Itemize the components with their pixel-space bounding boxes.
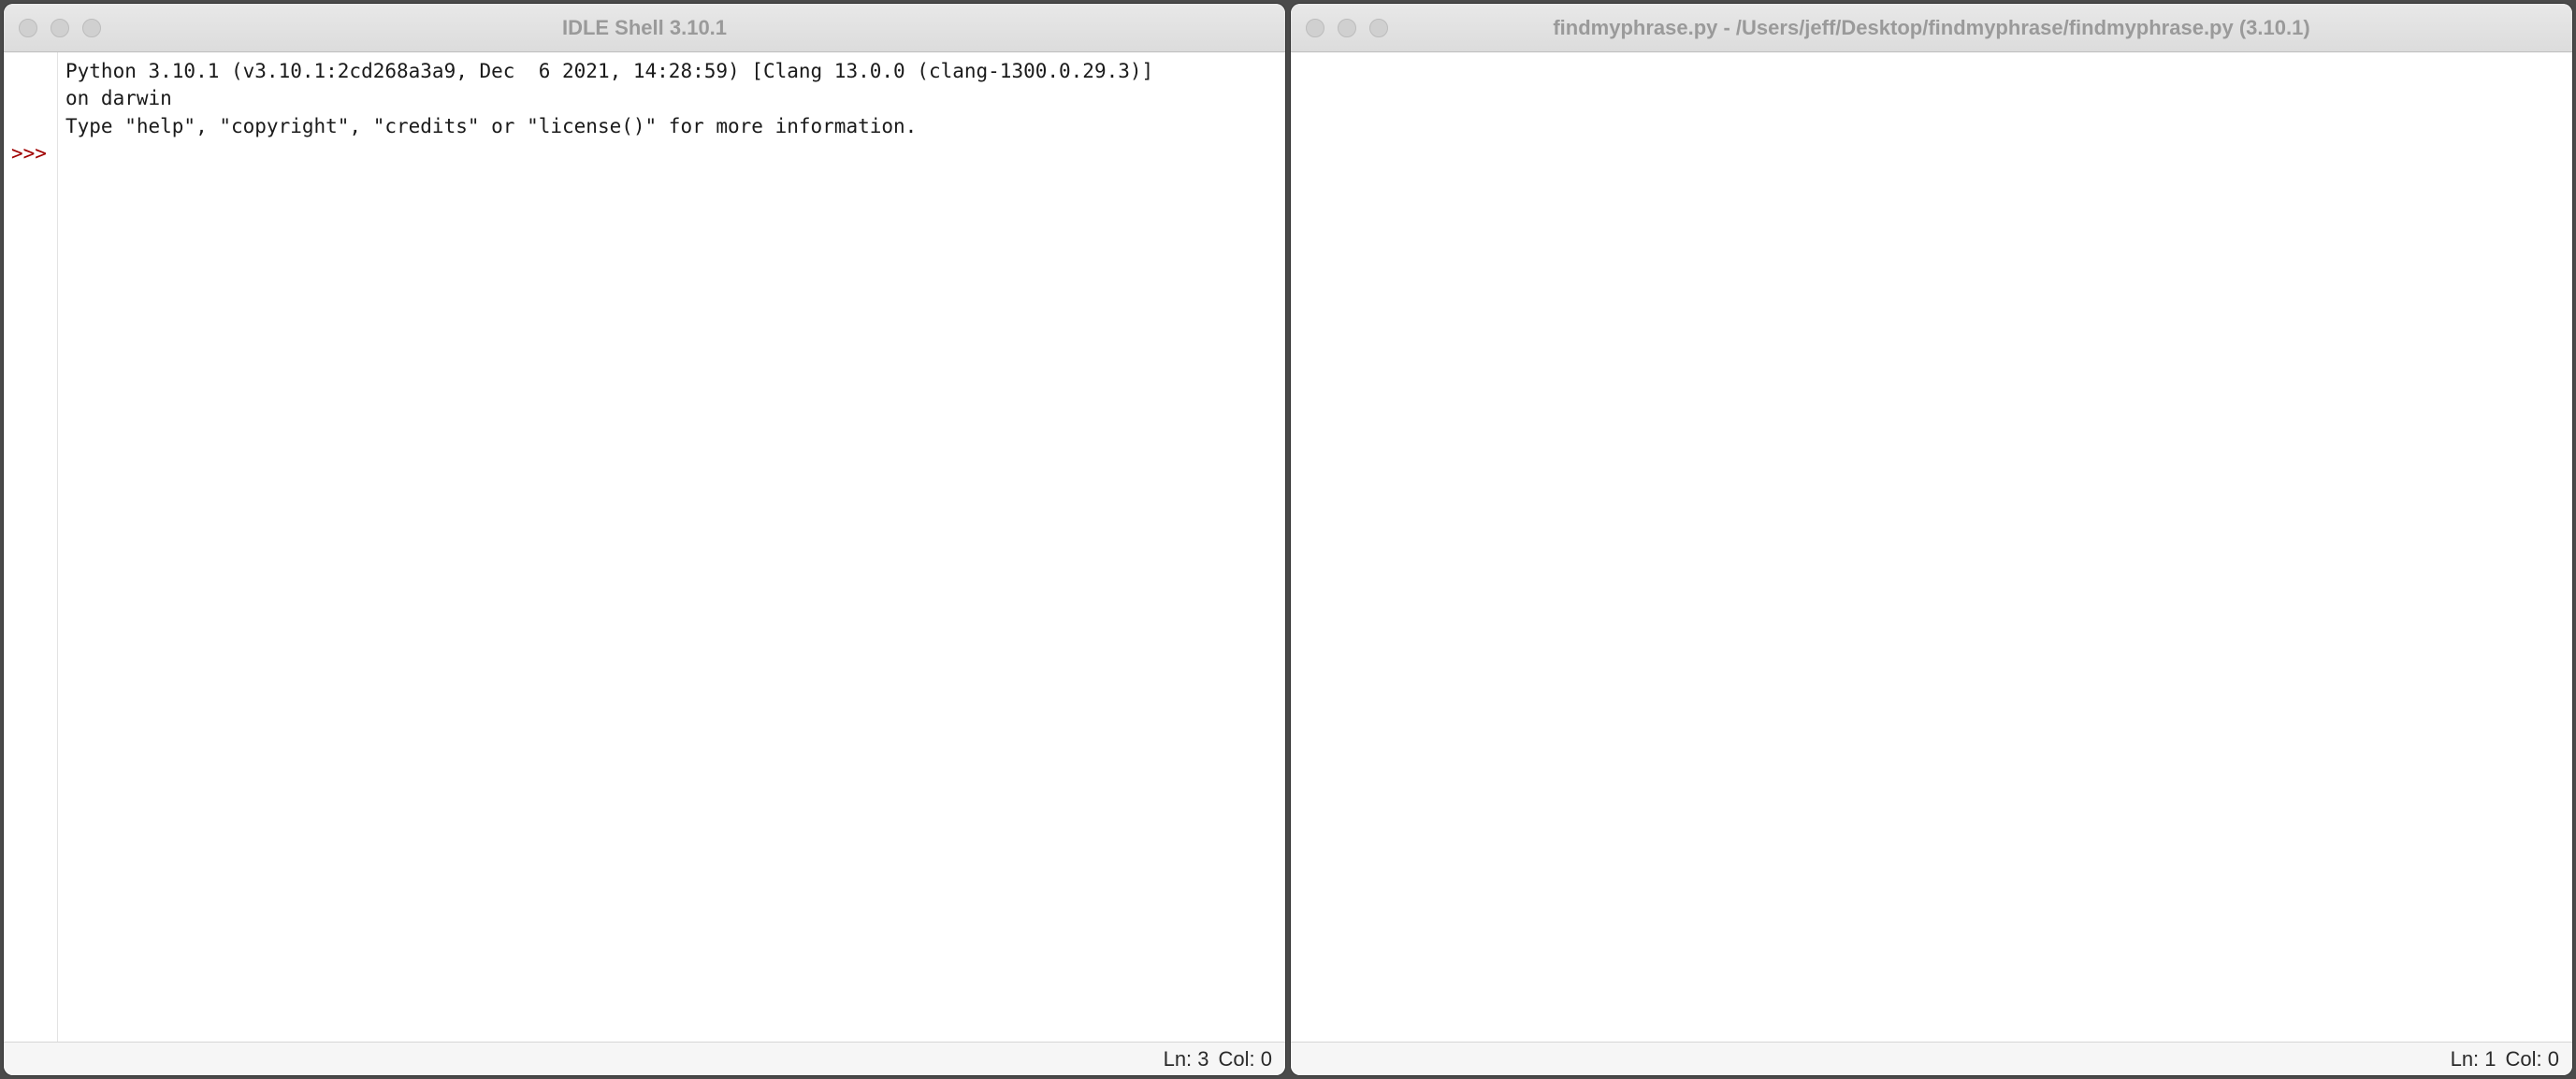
status-col-number: Col: 0	[1219, 1047, 1272, 1072]
statusbar: Ln: 3 Col: 0	[4, 1042, 1285, 1075]
editor-content[interactable]	[1291, 52, 2572, 1042]
window-title: IDLE Shell 3.10.1	[4, 16, 1285, 40]
banner-line-1: Python 3.10.1 (v3.10.1:2cd268a3a9, Dec 6…	[65, 60, 1153, 82]
status-col-number: Col: 0	[2506, 1047, 2559, 1072]
idle-shell-window: IDLE Shell 3.10.1 ...>>> Python 3.10.1 (…	[4, 4, 1285, 1075]
minimize-icon[interactable]	[51, 19, 69, 37]
window-controls	[1306, 19, 1388, 37]
prompt-gutter: ...>>>	[4, 52, 58, 1042]
titlebar[interactable]: findmyphrase.py - /Users/jeff/Desktop/fi…	[1291, 4, 2572, 52]
editor-text[interactable]	[1291, 52, 2572, 1042]
shell-text[interactable]: Python 3.10.1 (v3.10.1:2cd268a3a9, Dec 6…	[58, 52, 1285, 1042]
banner-line-3: Type "help", "copyright", "credits" or "…	[65, 115, 917, 137]
shell-content[interactable]: ...>>> Python 3.10.1 (v3.10.1:2cd268a3a9…	[4, 52, 1285, 1042]
close-icon[interactable]	[1306, 19, 1324, 37]
status-line-number: Ln: 3	[1164, 1047, 1209, 1072]
close-icon[interactable]	[19, 19, 37, 37]
zoom-icon[interactable]	[1369, 19, 1388, 37]
editor-window: findmyphrase.py - /Users/jeff/Desktop/fi…	[1291, 4, 2572, 1075]
window-controls	[19, 19, 101, 37]
minimize-icon[interactable]	[1338, 19, 1356, 37]
status-line-number: Ln: 1	[2451, 1047, 2496, 1072]
window-title: findmyphrase.py - /Users/jeff/Desktop/fi…	[1291, 16, 2572, 40]
titlebar[interactable]: IDLE Shell 3.10.1	[4, 4, 1285, 52]
banner-line-2: on darwin	[65, 87, 172, 109]
prompt-symbol: >>>	[11, 140, 57, 167]
zoom-icon[interactable]	[82, 19, 101, 37]
statusbar: Ln: 1 Col: 0	[1291, 1042, 2572, 1075]
